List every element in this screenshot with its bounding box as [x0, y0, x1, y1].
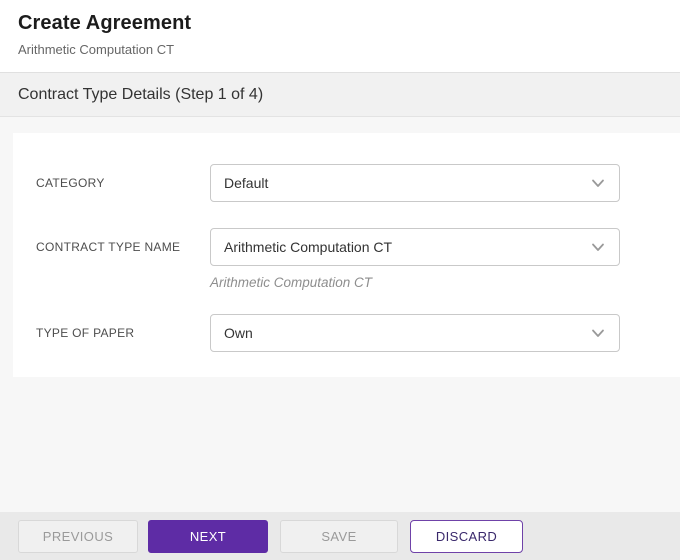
save-button[interactable]: SAVE	[280, 520, 398, 553]
page-subtitle: Arithmetic Computation CT	[18, 42, 662, 57]
previous-button[interactable]: PREVIOUS	[18, 520, 138, 553]
content-area: CATEGORY Default CONTRACT TYPE NAME Arit…	[0, 117, 680, 512]
section-title: Contract Type Details (Step 1 of 4)	[18, 86, 263, 104]
page-header: Create Agreement Arithmetic Computation …	[0, 0, 680, 73]
page-title: Create Agreement	[18, 12, 662, 35]
form-card: CATEGORY Default CONTRACT TYPE NAME Arit…	[13, 133, 680, 377]
type-of-paper-selected-value: Own	[224, 325, 253, 341]
chevron-down-icon	[590, 175, 606, 191]
category-select[interactable]: Default	[210, 164, 620, 202]
contract-type-name-selected-value: Arithmetic Computation CT	[224, 239, 392, 255]
contract-type-name-helper-text: Arithmetic Computation CT	[210, 275, 620, 290]
type-of-paper-select[interactable]: Own	[210, 314, 620, 352]
field-row-type-of-paper: TYPE OF PAPER Own	[36, 314, 620, 352]
contract-type-name-select[interactable]: Arithmetic Computation CT	[210, 228, 620, 266]
category-selected-value: Default	[224, 175, 268, 191]
type-of-paper-label: TYPE OF PAPER	[36, 314, 210, 340]
field-row-category: CATEGORY Default	[36, 164, 620, 202]
section-bar: Contract Type Details (Step 1 of 4)	[0, 73, 680, 117]
chevron-down-icon	[590, 325, 606, 341]
chevron-down-icon	[590, 239, 606, 255]
category-label: CATEGORY	[36, 164, 210, 190]
discard-button[interactable]: DISCARD	[410, 520, 523, 553]
footer-action-bar: PREVIOUS NEXT SAVE DISCARD	[0, 512, 680, 560]
next-button[interactable]: NEXT	[148, 520, 268, 553]
field-row-contract-type-name: CONTRACT TYPE NAME Arithmetic Computatio…	[36, 228, 620, 290]
contract-type-name-label: CONTRACT TYPE NAME	[36, 228, 210, 254]
